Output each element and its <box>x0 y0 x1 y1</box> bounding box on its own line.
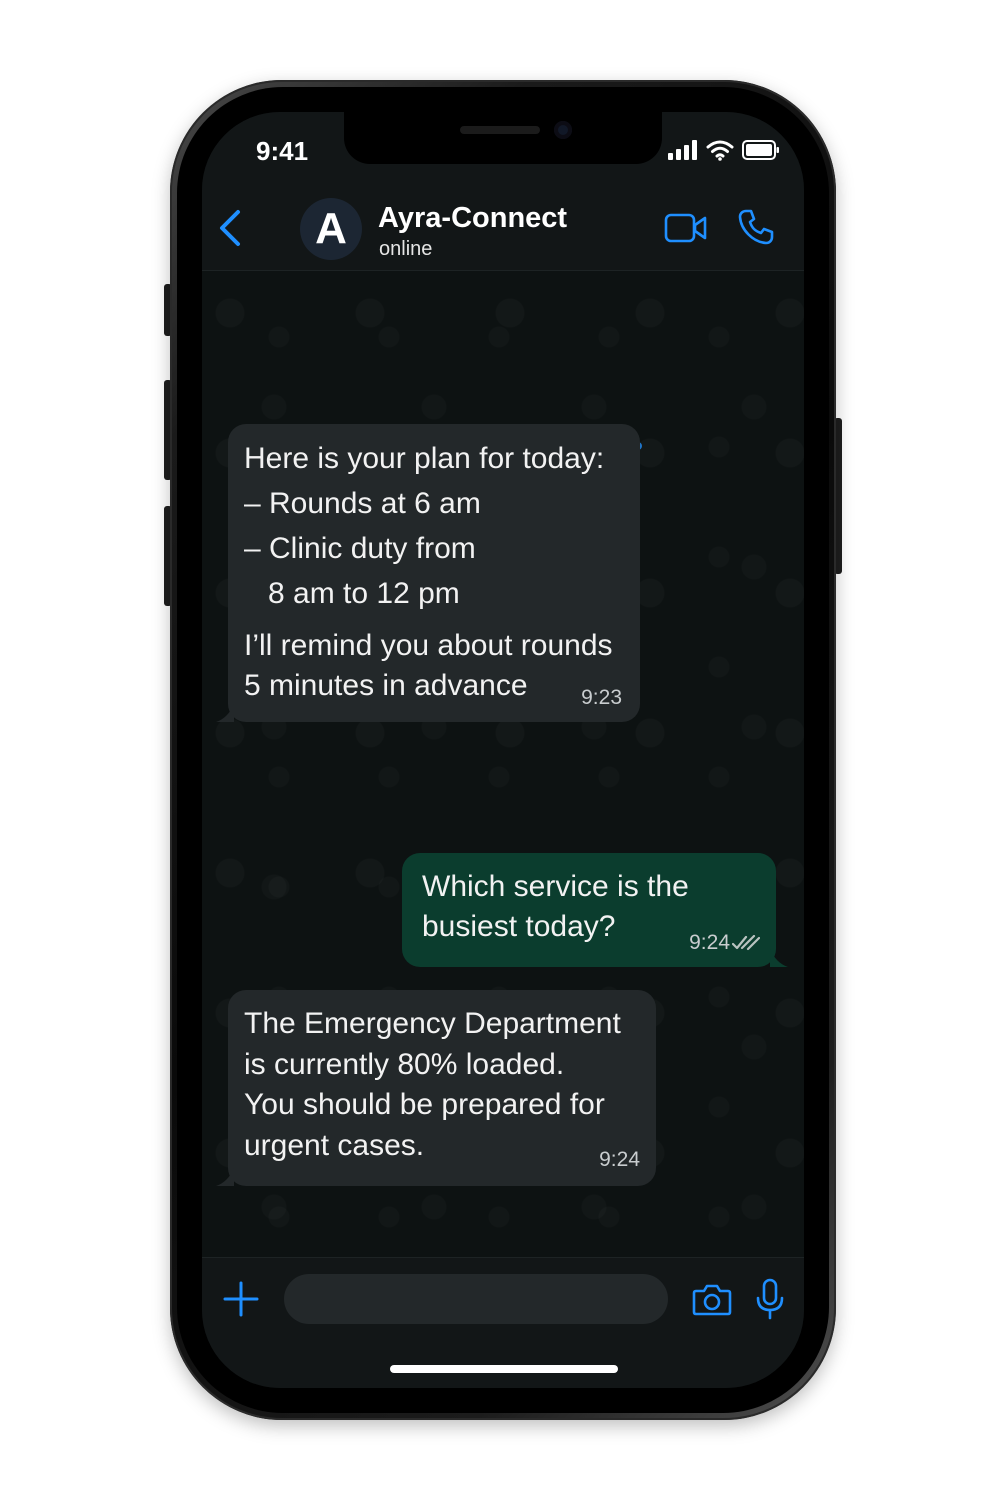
camera-icon[interactable] <box>692 1282 732 1316</box>
chat-area[interactable]: Here is your plan for today: – Rounds at… <box>202 271 804 1257</box>
page: 9:41 A Ayra-Connect online Here is your … <box>0 0 1000 1500</box>
message-text-line: 8 am to 12 pm <box>268 577 460 610</box>
battery-icon <box>742 140 779 160</box>
status-icons <box>668 138 780 162</box>
message-timestamp: 9:23 <box>581 686 622 709</box>
message-timestamp: 9:24 <box>689 931 730 954</box>
bubble-tail <box>216 704 234 722</box>
wifi-icon <box>706 140 734 161</box>
microphone-icon[interactable] <box>755 1278 785 1320</box>
message-text-line: Which service is the <box>422 870 689 903</box>
message-bubble-outgoing[interactable]: Which service is the busiest today? 9:24 <box>402 853 788 967</box>
message-text-line: urgent cases. <box>244 1128 425 1162</box>
message-bubble-incoming[interactable]: The Emergency Department is currently 80… <box>216 990 656 1186</box>
message-text-line: – Clinic duty from <box>244 532 476 565</box>
message-text-line: Here is your plan for today: <box>244 442 605 475</box>
contact-name[interactable]: Ayra-Connect <box>378 202 567 235</box>
message-text-line: – Rounds at 6 am <box>244 487 481 520</box>
bubble-tail <box>770 949 788 967</box>
double-check-icon <box>732 935 760 951</box>
avatar[interactable]: A <box>300 198 362 260</box>
message-text-line: I’ll remind you about rounds <box>244 629 613 662</box>
message-text-line: You should be prepared for <box>244 1088 605 1121</box>
avatar-letter: A <box>315 204 347 253</box>
plus-icon[interactable] <box>222 1280 260 1318</box>
message-timestamp: 9:24 <box>599 1148 640 1171</box>
front-camera <box>554 121 572 139</box>
contact-status: online <box>379 238 433 260</box>
message-paragraph-gap <box>244 616 624 626</box>
chat-header: A Ayra-Connect online <box>202 182 804 271</box>
message-bubble-incoming[interactable]: Here is your plan for today: – Rounds at… <box>216 424 640 722</box>
cellular-signal-icon <box>668 140 697 160</box>
message-text-line: 5 minutes in advance <box>244 669 528 702</box>
back-chevron-icon[interactable] <box>214 206 246 250</box>
status-time: 9:41 <box>256 136 309 166</box>
message-text-line: is currently 80% loaded. <box>244 1047 565 1081</box>
video-call-icon[interactable] <box>664 212 708 244</box>
message-input[interactable] <box>284 1274 668 1324</box>
phone-screen: 9:41 A Ayra-Connect online Here is your … <box>202 112 804 1388</box>
home-indicator[interactable] <box>390 1365 618 1373</box>
bubble-tail <box>216 1168 234 1186</box>
notch <box>344 112 662 164</box>
message-text-line: The Emergency Department <box>244 1007 621 1040</box>
phone-call-icon[interactable] <box>737 208 775 246</box>
earpiece-speaker <box>460 126 540 134</box>
